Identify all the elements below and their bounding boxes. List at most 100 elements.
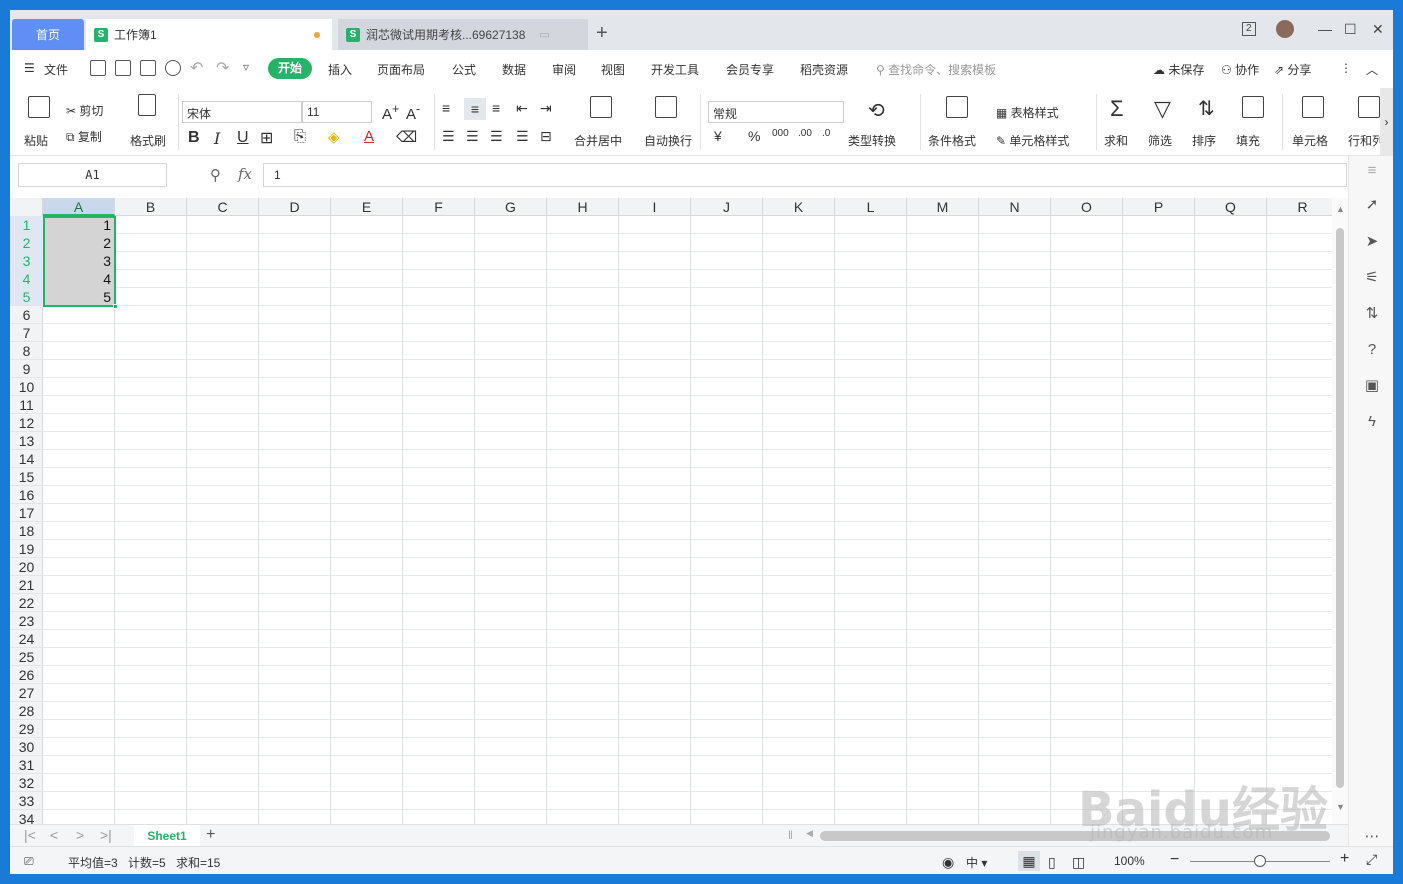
cell-style-button[interactable]: ✎ 单元格样式 xyxy=(996,132,1069,149)
add-sheet-button[interactable]: + xyxy=(206,826,215,844)
row-header[interactable]: 9 xyxy=(10,360,43,378)
column-header[interactable]: A xyxy=(43,198,115,216)
scroll-up-icon[interactable]: ▲ xyxy=(1336,204,1345,214)
row-header[interactable]: 21 xyxy=(10,576,43,594)
menu-data[interactable]: 数据 xyxy=(502,61,526,78)
menu-insert[interactable]: 插入 xyxy=(328,61,352,78)
close-button[interactable]: ✕ xyxy=(1372,21,1384,38)
wrap-text-button[interactable]: 自动换行 xyxy=(644,132,692,149)
maximize-button[interactable]: ☐ xyxy=(1344,21,1357,38)
convert-icon[interactable]: ⟲ xyxy=(868,98,885,123)
column-header[interactable]: I xyxy=(619,198,691,216)
sort-icon[interactable]: ⇅ xyxy=(1198,96,1215,121)
row-header[interactable]: 26 xyxy=(10,666,43,684)
row-header[interactable]: 15 xyxy=(10,468,43,486)
row-header[interactable]: 14 xyxy=(10,450,43,468)
vertical-scroll-thumb[interactable] xyxy=(1336,228,1344,788)
column-header[interactable]: R xyxy=(1267,198,1332,216)
column-header[interactable]: M xyxy=(907,198,979,216)
strikethrough-format-icon[interactable]: ⎘ xyxy=(294,128,306,145)
row-header[interactable]: 16 xyxy=(10,486,43,504)
cell-button[interactable]: 单元格 xyxy=(1292,132,1328,149)
bold-icon[interactable]: B xyxy=(188,129,200,147)
tab-home[interactable]: 首页 xyxy=(12,19,84,50)
row-column-icon[interactable] xyxy=(1358,96,1380,118)
hamburger-icon[interactable]: ☰ xyxy=(24,61,35,75)
zoom-in-icon[interactable]: + xyxy=(1340,850,1349,868)
menu-home[interactable]: 开始 xyxy=(268,58,312,79)
spreadsheet-grid[interactable]: ABCDEFGHIJKLMNOPQR 1 2 3 4 5 6 7 8 9 10 11 12 13 14 15… xyxy=(10,198,1332,824)
menu-page-layout[interactable]: 页面布局 xyxy=(377,61,425,78)
row-header[interactable]: 3 xyxy=(10,252,43,270)
sum-button[interactable]: 求和 xyxy=(1104,132,1128,149)
decrease-font-icon[interactable]: A- xyxy=(406,102,420,123)
row-header[interactable]: 24 xyxy=(10,630,43,648)
clear-format-icon[interactable]: ⌫ xyxy=(396,128,417,146)
fill-button[interactable]: 填充 xyxy=(1236,132,1260,149)
filter-button[interactable]: 筛选 xyxy=(1148,132,1172,149)
menu-member[interactable]: 会员专享 xyxy=(726,61,774,78)
merge-center-icon[interactable] xyxy=(590,96,612,118)
settings-sliders-icon[interactable]: ⚟ xyxy=(1363,269,1381,287)
format-painter-icon[interactable] xyxy=(138,94,156,116)
zoom-out-icon[interactable]: − xyxy=(1170,851,1179,869)
split-handle-icon[interactable]: ‖ xyxy=(788,828,793,842)
column-header[interactable]: F xyxy=(403,198,475,216)
undo-icon[interactable]: ↶ xyxy=(190,58,203,78)
column-header[interactable]: C xyxy=(187,198,259,216)
row-header[interactable]: 23 xyxy=(10,612,43,630)
font-size-select[interactable]: 11 xyxy=(302,101,372,123)
column-header[interactable]: E xyxy=(331,198,403,216)
copy-button[interactable]: ⧉ 复制 xyxy=(66,128,102,145)
row-header[interactable]: 32 xyxy=(10,774,43,792)
cursor-icon[interactable]: ➤ xyxy=(1363,233,1381,251)
transform-icon[interactable]: ⇅ xyxy=(1363,305,1381,323)
row-header[interactable]: 4 xyxy=(10,270,43,288)
percent-icon[interactable]: % xyxy=(748,128,760,144)
tab-document2[interactable]: S 润芯微试用期考核...69627138 ▭ xyxy=(338,19,588,50)
align-left-icon[interactable]: ☰ xyxy=(442,128,455,145)
cut-button[interactable]: ✂ 剪切 xyxy=(66,102,103,119)
menu-file[interactable]: 文件 xyxy=(44,61,68,78)
image-edit-icon[interactable]: ▣ xyxy=(1363,377,1381,395)
customize-dropdown-icon[interactable]: ▿ xyxy=(243,60,249,74)
fullscreen-icon[interactable]: ⤢ xyxy=(1366,851,1377,868)
horizontal-scroll-thumb[interactable] xyxy=(820,831,1330,841)
thousands-icon[interactable]: 000 xyxy=(772,128,789,139)
scroll-down-icon[interactable]: ▼ xyxy=(1336,802,1345,812)
row-header[interactable]: 13 xyxy=(10,432,43,450)
column-header[interactable]: K xyxy=(763,198,835,216)
first-sheet-icon[interactable]: |< xyxy=(24,827,36,843)
sheet-tab-sheet1[interactable]: Sheet1 xyxy=(134,825,200,847)
input-method-icon[interactable]: 中 ▾ xyxy=(966,854,987,871)
row-header[interactable]: 1 xyxy=(10,216,43,234)
increase-font-icon[interactable]: A+ xyxy=(382,102,399,123)
row-header[interactable]: 20 xyxy=(10,558,43,576)
number-format-select[interactable]: 常规 xyxy=(708,101,844,123)
print-preview-icon[interactable] xyxy=(165,60,181,76)
cell-area[interactable] xyxy=(43,216,1332,824)
zoom-slider-knob[interactable] xyxy=(1254,855,1266,867)
column-header[interactable]: D xyxy=(259,198,331,216)
border-icon[interactable]: ⊞ xyxy=(260,128,273,148)
table-style-button[interactable]: ▦ 表格样式 xyxy=(996,104,1059,121)
align-top-icon[interactable]: ≡ xyxy=(442,100,450,116)
macro-record-icon[interactable]: ⎚ xyxy=(24,854,34,869)
column-header[interactable]: L xyxy=(835,198,907,216)
column-header[interactable]: H xyxy=(547,198,619,216)
sum-icon[interactable]: Σ xyxy=(1110,96,1124,122)
scroll-left-icon[interactable]: ◀ xyxy=(806,828,813,839)
row-header[interactable]: 5 xyxy=(10,288,43,306)
panel-handle-icon[interactable]: ≡ xyxy=(1363,162,1381,180)
prev-sheet-icon[interactable]: < xyxy=(50,827,58,843)
menu-review[interactable]: 审阅 xyxy=(552,61,576,78)
row-header[interactable]: 31 xyxy=(10,756,43,774)
filter-icon[interactable]: ▽ xyxy=(1154,96,1171,122)
row-header[interactable]: 28 xyxy=(10,702,43,720)
menu-view[interactable]: 视图 xyxy=(601,61,625,78)
format-painter-button[interactable]: 格式刷 xyxy=(130,132,166,149)
wrap-text-icon[interactable] xyxy=(655,96,677,118)
multi-window-icon[interactable]: 2 xyxy=(1242,22,1256,36)
fill-color-icon[interactable]: ◈ xyxy=(328,128,340,146)
menu-resources[interactable]: 稻壳资源 xyxy=(800,61,848,78)
